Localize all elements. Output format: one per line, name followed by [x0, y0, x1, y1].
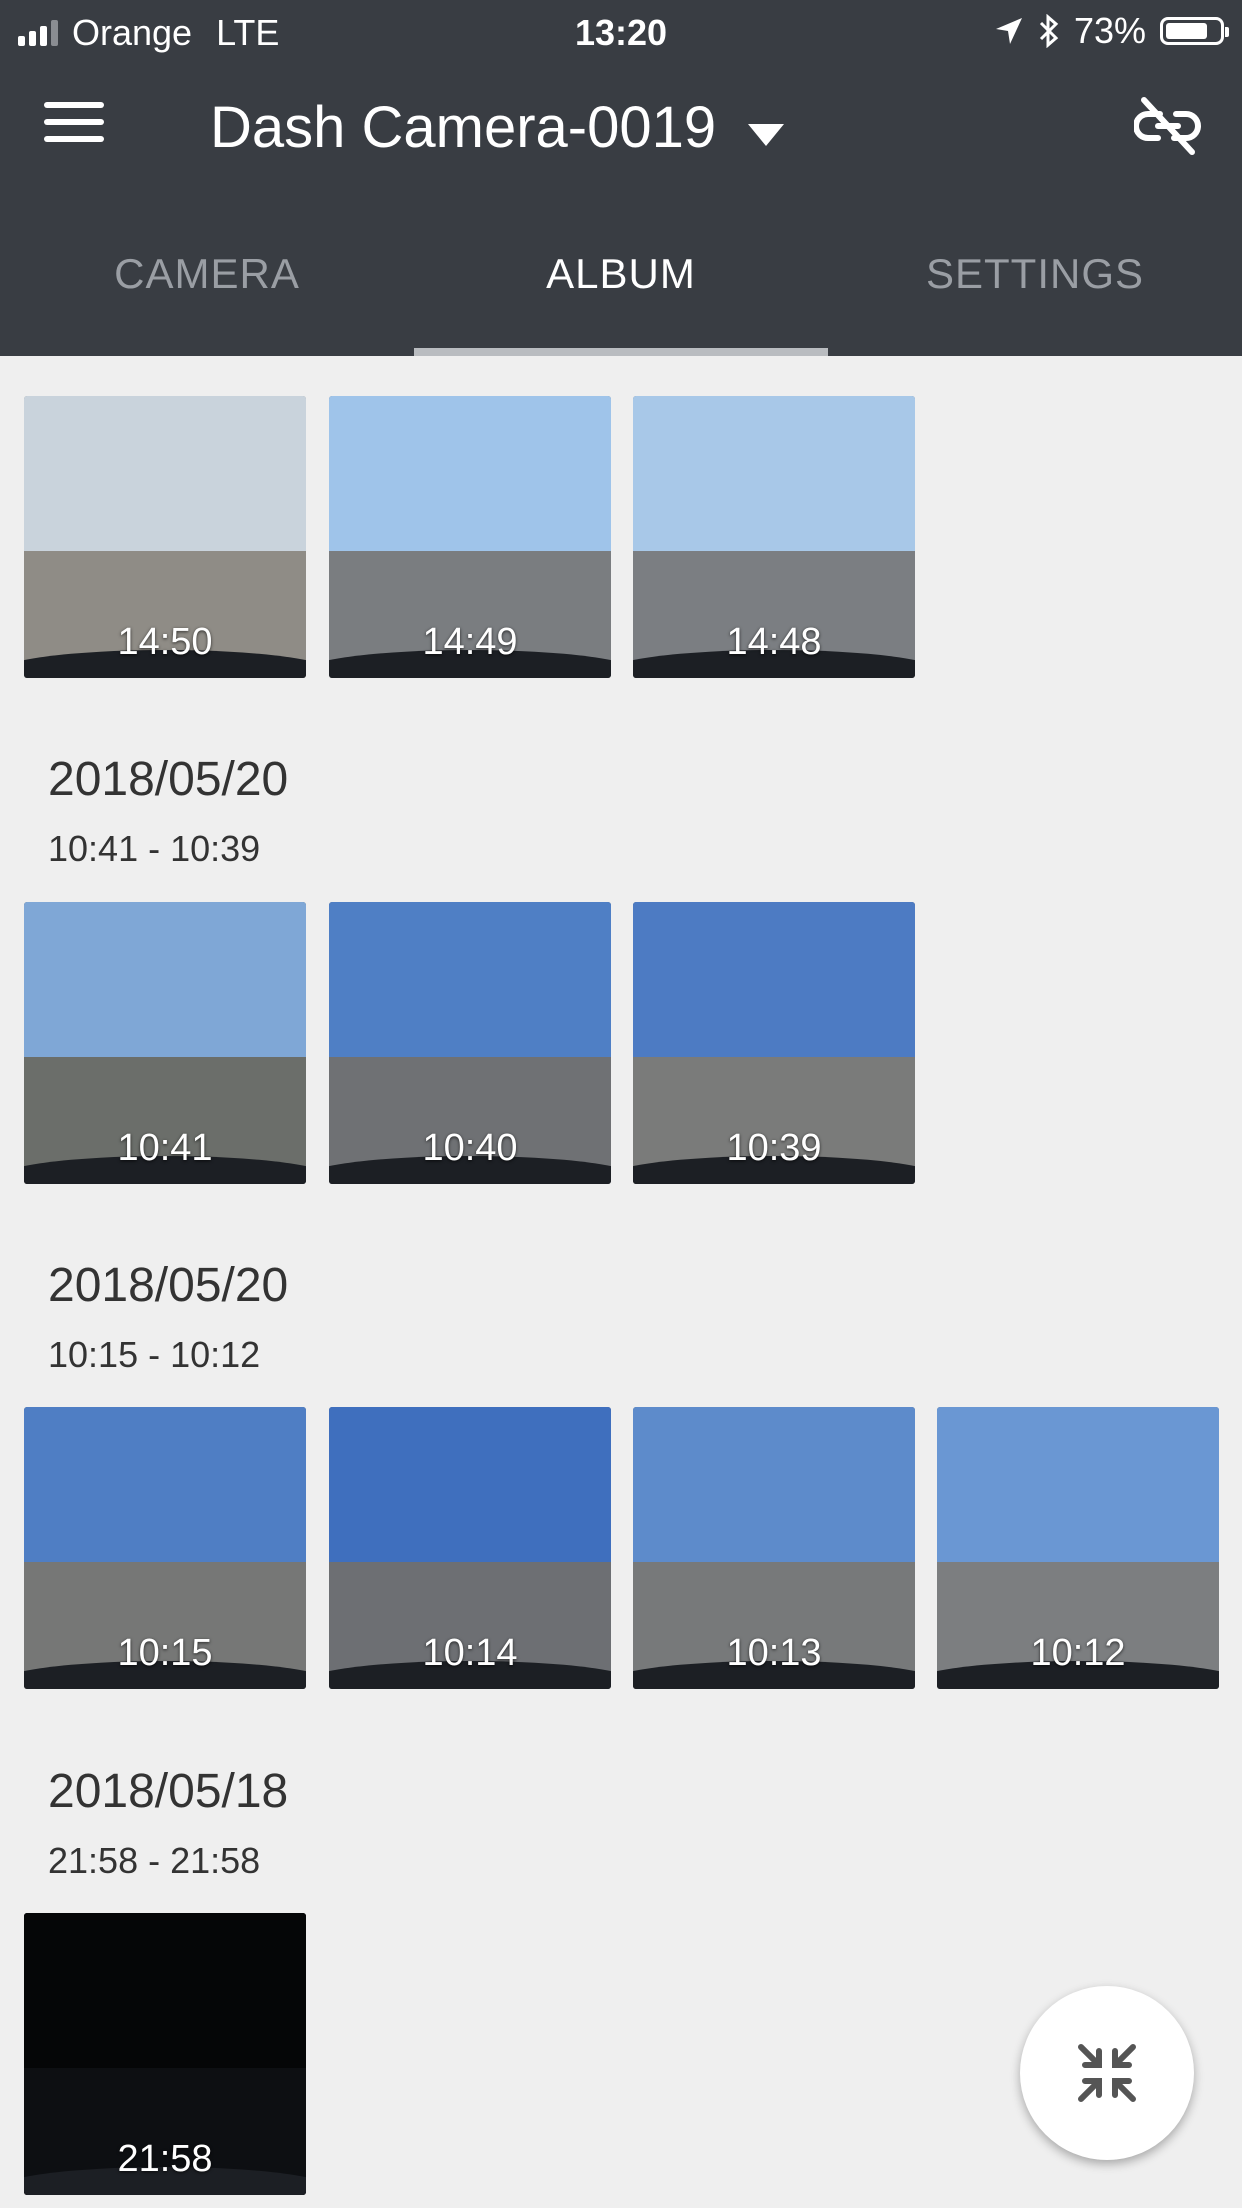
- thumbnail-time: 21:58: [117, 2138, 213, 2180]
- video-thumbnail[interactable]: 21:58: [24, 1913, 306, 2195]
- active-tab-indicator: [414, 348, 828, 356]
- group-date: 2018/05/20: [48, 1259, 289, 1312]
- tab-settings[interactable]: SETTINGS: [828, 250, 1242, 298]
- group-time-range: 10:15 - 10:12: [48, 1334, 261, 1375]
- thumbnail-time: 14:50: [117, 621, 213, 663]
- tab-camera[interactable]: CAMERA: [0, 250, 414, 298]
- collapse-arrows-icon: [1078, 2044, 1136, 2102]
- thumbnail-time: 10:41: [117, 1127, 213, 1169]
- location-arrow-icon: [995, 18, 1022, 44]
- thumbnail-time: 10:13: [726, 1632, 822, 1674]
- video-thumbnail[interactable]: 10:15: [24, 1407, 306, 1689]
- group-date: 2018/05/20: [48, 753, 289, 806]
- group-date: 2018/05/18: [48, 1765, 289, 1818]
- status-bar: Orange LTE 13:20 73%: [0, 0, 1242, 62]
- thumbnail-time: 14:49: [422, 621, 518, 663]
- bluetooth-icon: [1039, 14, 1059, 48]
- tab-bar: CAMERA ALBUM SETTINGS: [0, 230, 1242, 356]
- video-thumbnail[interactable]: 10:12: [937, 1407, 1219, 1689]
- device-title[interactable]: Dash Camera-0019: [210, 94, 716, 161]
- group-time-range: 10:41 - 10:39: [48, 828, 261, 869]
- thumbnail-time: 10:14: [422, 1632, 518, 1674]
- thumbnail-time: 10:39: [726, 1127, 822, 1169]
- video-thumbnail[interactable]: 10:39: [633, 902, 915, 1184]
- thumbnail-time: 14:48: [726, 621, 822, 663]
- collapse-button[interactable]: [1020, 1986, 1194, 2160]
- app-bar: Dash Camera-0019: [0, 62, 1242, 192]
- battery-percent: 73%: [1073, 10, 1146, 51]
- video-thumbnail[interactable]: 14:50: [24, 396, 306, 678]
- video-thumbnail[interactable]: 10:40: [329, 902, 611, 1184]
- video-thumbnail[interactable]: 10:13: [633, 1407, 915, 1689]
- menu-button[interactable]: [44, 102, 104, 152]
- unlink-icon[interactable]: [1134, 92, 1202, 160]
- tab-album[interactable]: ALBUM: [414, 250, 828, 298]
- thumbnail-time: 10:40: [422, 1127, 518, 1169]
- top-bar: Orange LTE 13:20 73% Dash Camera-0019 CA…: [0, 0, 1242, 356]
- video-thumbnail[interactable]: 14:48: [633, 396, 915, 678]
- video-thumbnail[interactable]: 10:14: [329, 1407, 611, 1689]
- video-thumbnail[interactable]: 14:49: [329, 396, 611, 678]
- video-thumbnail[interactable]: 10:41: [24, 902, 306, 1184]
- dropdown-caret-icon[interactable]: [748, 124, 784, 146]
- group-time-range: 21:58 - 21:58: [48, 1840, 261, 1881]
- menu-icon: [44, 102, 104, 108]
- battery-icon: [1160, 17, 1229, 45]
- thumbnail-time: 10:15: [117, 1632, 213, 1674]
- thumbnail-time: 10:12: [1030, 1632, 1126, 1674]
